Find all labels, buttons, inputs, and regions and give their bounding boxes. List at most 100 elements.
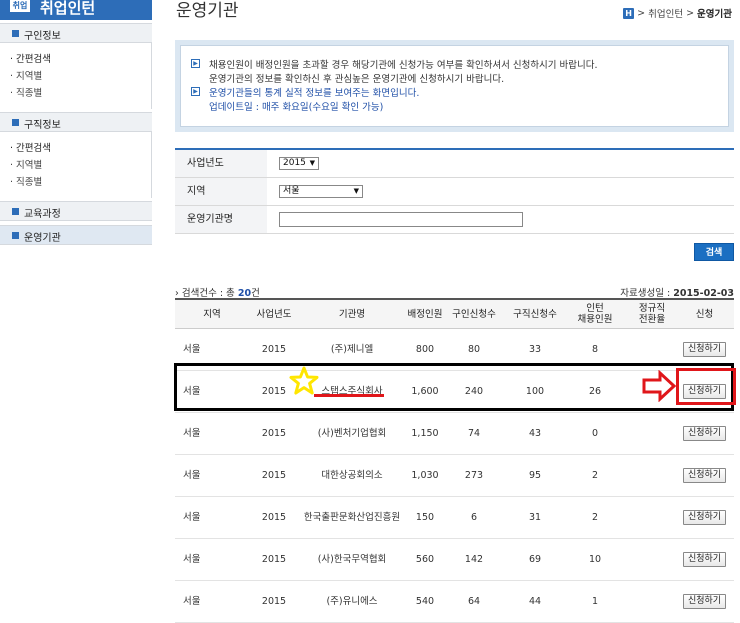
cell-year: 2015 <box>261 512 287 523</box>
cell-org-name: (사)벤처기업협회 <box>317 428 387 439</box>
cell-job-offers: 64 <box>467 596 481 607</box>
sidebar-item-quick-search[interactable]: · 간편검색 <box>10 51 51 65</box>
region-select[interactable]: 서울 ▼ <box>279 185 363 198</box>
cell-hired: 0 <box>591 428 599 439</box>
year-select-value: 2015 <box>283 158 306 168</box>
sidebar-section-job-offer[interactable]: 구인정보 <box>0 23 152 43</box>
col-header-region: 지역 <box>203 308 221 320</box>
app-logo: 취업 <box>10 0 30 12</box>
sidebar-item-by-region[interactable]: · 지역별 <box>10 68 42 82</box>
apply-button[interactable]: 신청하기 <box>682 342 727 357</box>
cell-region: 서울 <box>183 428 201 439</box>
apply-button[interactable]: 신청하기 <box>682 468 727 483</box>
org-name-label: 운영기관명 <box>175 206 267 233</box>
arrow-bullet-icon: ▶ <box>191 59 200 68</box>
col-header-org: 기관명 <box>338 308 366 320</box>
red-underline <box>314 394 384 397</box>
notice-line: 운영기관들의 통계 실적 정보를 보여주는 화면입니다. <box>209 88 420 99</box>
section-bullet-icon <box>12 30 19 37</box>
sidebar-section-label: 구인정보 <box>24 31 61 42</box>
sidebar-item-quick-search[interactable]: · 간편검색 <box>10 140 51 154</box>
sidebar-list-job-seek: · 간편검색 · 지역별 · 직종별 <box>0 132 152 198</box>
col-header-assigned: 배정인원 <box>407 308 443 320</box>
cell-year: 2015 <box>261 596 287 607</box>
table-row: 서울 2015 (사)한국무역협회 560 142 69 10 신청하기 <box>175 539 734 581</box>
sidebar-section-label: 교육과정 <box>24 209 61 220</box>
col-header-job-offers: 구인신청수 <box>452 308 496 320</box>
cell-conversion <box>623 581 681 622</box>
cell-year: 2015 <box>261 554 287 565</box>
app-title[interactable]: 취업인턴 <box>40 0 95 18</box>
apply-button[interactable]: 신청하기 <box>682 510 727 525</box>
sidebar-section-education[interactable]: 교육과정 <box>0 201 152 221</box>
apply-button[interactable]: 신청하기 <box>682 552 727 567</box>
section-bullet-icon <box>12 232 19 239</box>
results-table: 지역 사업년도 기관명 배정인원 구인신청수 구직신청수 인턴 채용인원 정규직… <box>175 298 734 623</box>
home-icon[interactable]: H <box>623 7 635 19</box>
cell-region: 서울 <box>183 470 201 481</box>
cell-hired: 1 <box>591 596 599 607</box>
cell-org-name: 대한상공회의소 <box>321 470 383 481</box>
breadcrumb-item[interactable]: 취업인턴 <box>648 6 683 20</box>
star-icon <box>289 366 319 395</box>
dropdown-arrow-icon: ▼ <box>309 159 315 167</box>
notice-line: 채용인원이 배정인원을 초과할 경우 해당기관에 신청가능 여부를 확인하셔서 … <box>209 60 598 71</box>
cell-org-name: 한국출판문화산업진흥원 <box>303 512 401 523</box>
table-row: 서울 2015 (사)벤처기업협회 1,150 74 43 0 신청하기 <box>175 413 734 455</box>
cell-job-seekers: 43 <box>528 428 542 439</box>
cell-conversion <box>623 539 681 580</box>
cell-assigned: 540 <box>415 596 435 607</box>
page-title: 운영기관 <box>176 1 239 21</box>
breadcrumb: H > 취업인턴 > 운영기관 <box>623 6 732 20</box>
col-header-job-seekers: 구직신청수 <box>513 308 557 320</box>
cell-job-seekers: 69 <box>528 554 542 565</box>
year-select[interactable]: 2015 ▼ <box>279 157 319 170</box>
notice-box: ▶ 채용인원이 배정인원을 초과할 경우 해당기관에 신청가능 여부를 확인하셔… <box>175 40 734 132</box>
sidebar-section-job-seek[interactable]: 구직정보 <box>0 112 152 132</box>
sidebar-section-operating-org[interactable]: 운영기관 <box>0 225 152 245</box>
sidebar-section-label: 운영기관 <box>24 233 61 244</box>
result-count: › 검색건수 : 총 20건 <box>175 285 260 299</box>
cell-assigned: 150 <box>415 512 435 523</box>
col-header-conversion: 정규직 전환율 <box>638 303 666 325</box>
cell-apply: 신청하기 <box>675 413 734 454</box>
apply-button[interactable]: 신청하기 <box>682 426 727 441</box>
form-row-region: 지역 서울 ▼ <box>175 178 734 206</box>
col-header-year: 사업년도 <box>256 308 292 320</box>
cell-hired: 2 <box>591 512 599 523</box>
cell-year: 2015 <box>261 428 287 439</box>
dropdown-arrow-icon: ▼ <box>353 187 359 195</box>
generated-date: 자료생성일 : 2015-02-03 <box>620 285 734 299</box>
sidebar-section-label: 구직정보 <box>24 120 61 131</box>
cell-apply: 신청하기 <box>675 497 734 538</box>
sidebar-item-by-job-type[interactable]: · 직종별 <box>10 85 42 99</box>
table-row: 서울 2015 (주)유니에스 540 64 44 1 신청하기 <box>175 581 734 623</box>
notice-line: 업데이트일 : 매주 화요일(수요일 확인 가능) <box>209 102 384 113</box>
sidebar: 취업 취업인턴 구인정보 · 간편검색 · 지역별 · 직종별 구직정보 · 간… <box>0 0 152 245</box>
sidebar-item-by-region[interactable]: · 지역별 <box>10 157 42 171</box>
col-header-apply: 신청 <box>695 308 714 320</box>
cell-job-seekers: 44 <box>528 596 542 607</box>
cell-job-offers: 6 <box>470 512 478 523</box>
red-arrow-icon <box>642 370 676 402</box>
breadcrumb-separator: > <box>637 7 646 19</box>
cell-hired: 2 <box>591 470 599 481</box>
cell-hired: 10 <box>588 554 602 565</box>
cell-job-offers: 142 <box>464 554 484 565</box>
cell-apply: 신청하기 <box>675 581 734 622</box>
form-row-org: 운영기관명 <box>175 206 734 234</box>
sidebar-item-by-job-type[interactable]: · 직종별 <box>10 174 42 188</box>
table-row: 서울 2015 대한상공회의소 1,030 273 95 2 신청하기 <box>175 455 734 497</box>
breadcrumb-separator: > <box>686 7 695 19</box>
cell-assigned: 1,030 <box>411 470 439 481</box>
cell-region: 서울 <box>183 554 201 565</box>
cell-conversion <box>623 497 681 538</box>
section-bullet-icon <box>12 119 19 126</box>
apply-button[interactable]: 신청하기 <box>682 594 727 609</box>
org-name-input[interactable] <box>279 212 523 227</box>
sidebar-list-job-offer: · 간편검색 · 지역별 · 직종별 <box>0 43 152 109</box>
table-row: 서울 2015 한국출판문화산업진흥원 150 6 31 2 신청하기 <box>175 497 734 539</box>
search-button[interactable]: 검색 <box>694 243 734 261</box>
cell-assigned: 1,150 <box>411 428 439 439</box>
cell-apply: 신청하기 <box>675 539 734 580</box>
